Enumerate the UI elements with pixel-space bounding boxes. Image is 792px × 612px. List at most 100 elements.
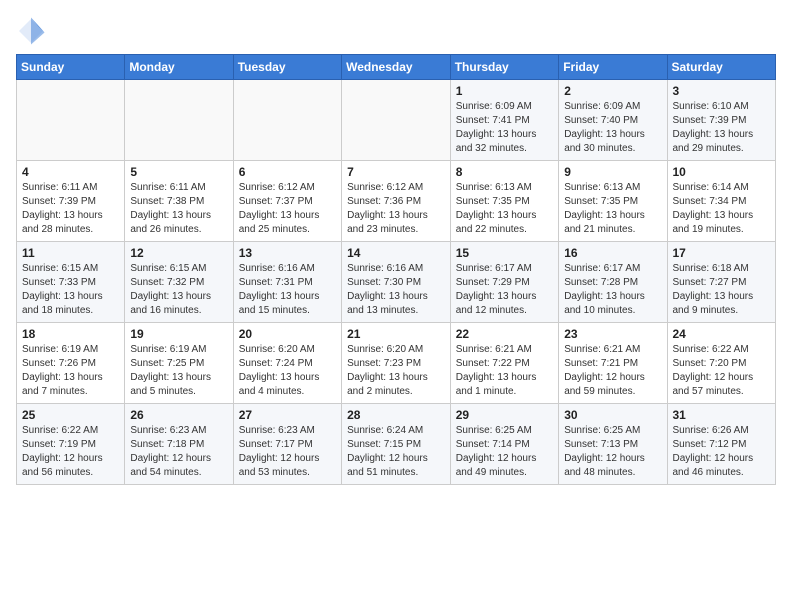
calendar-cell: 20Sunrise: 6:20 AMSunset: 7:24 PMDayligh… (233, 323, 341, 404)
calendar-cell: 15 Sunrise: 6:17 AMSunset: 7:29 PMDayligh… (450, 242, 558, 323)
calendar-cell: 28 Sunrise: 6:24 AMSunset: 7:15 PMDayligh… (342, 404, 451, 485)
day-info: Sunrise: 6:19 AMSunset: 7:26 PMDaylight:… (22, 343, 119, 399)
day-info: Sunrise: 6:24 AMSunset: 7:15 PMDaylight:… (347, 424, 445, 480)
calendar-header-wednesday: Wednesday (342, 55, 451, 80)
day-number: 12 (130, 246, 227, 260)
day-number: 5 (130, 165, 227, 179)
calendar-cell: 1 Sunrise: 6:09 AMSunset: 7:41 PMDaylight… (450, 80, 558, 161)
day-number: 3 (673, 84, 771, 98)
day-number: 26 (130, 408, 227, 422)
logo (16, 16, 50, 46)
calendar-cell: 13 Sunrise: 6:16 AMSunset: 7:31 PMDayligh… (233, 242, 341, 323)
calendar-cell: 27Sunrise: 6:23 AMSunset: 7:17 PMDayligh… (233, 404, 341, 485)
day-number: 8 (456, 165, 553, 179)
day-number: 13 (239, 246, 336, 260)
day-number: 4 (22, 165, 119, 179)
calendar-cell: 17 Sunrise: 6:18 AMSunset: 7:27 PMDayligh… (667, 242, 776, 323)
calendar-week-row: 18 Sunrise: 6:19 AMSunset: 7:26 PMDayligh… (17, 323, 776, 404)
day-info: Sunrise: 6:13 AMSunset: 7:35 PMDaylight:… (564, 181, 661, 237)
day-info: Sunrise: 6:18 AMSunset: 7:27 PMDaylight:… (673, 262, 771, 318)
calendar-cell: 22 Sunrise: 6:21 AMSunset: 7:22 PMDayligh… (450, 323, 558, 404)
day-info: Sunrise: 6:09 AMSunset: 7:41 PMDaylight:… (456, 100, 553, 156)
calendar-cell: 6Sunrise: 6:12 AMSunset: 7:37 PMDaylight… (233, 161, 341, 242)
day-info: Sunrise: 6:23 AMSunset: 7:18 PMDaylight:… (130, 424, 227, 480)
calendar-cell: 23Sunrise: 6:21 AMSunset: 7:21 PMDayligh… (559, 323, 667, 404)
calendar-header-thursday: Thursday (450, 55, 558, 80)
calendar-header-sunday: Sunday (17, 55, 125, 80)
calendar-cell: 25 Sunrise: 6:22 AMSunset: 7:19 PMDayligh… (17, 404, 125, 485)
day-number: 25 (22, 408, 119, 422)
calendar-cell: 29Sunrise: 6:25 AMSunset: 7:14 PMDayligh… (450, 404, 558, 485)
page-header (16, 16, 776, 46)
calendar-header-monday: Monday (125, 55, 233, 80)
calendar-header-friday: Friday (559, 55, 667, 80)
day-number: 7 (347, 165, 445, 179)
day-number: 29 (456, 408, 553, 422)
day-number: 18 (22, 327, 119, 341)
calendar-cell: 19 Sunrise: 6:19 AMSunset: 7:25 PMDayligh… (125, 323, 233, 404)
day-info: Sunrise: 6:16 AMSunset: 7:30 PMDaylight:… (347, 262, 445, 318)
day-info: Sunrise: 6:21 AMSunset: 7:22 PMDaylight:… (456, 343, 553, 399)
day-number: 14 (347, 246, 445, 260)
calendar-cell: 2 Sunrise: 6:09 AMSunset: 7:40 PMDaylight… (559, 80, 667, 161)
day-number: 28 (347, 408, 445, 422)
day-number: 19 (130, 327, 227, 341)
day-info: Sunrise: 6:12 AMSunset: 7:37 PMDaylight:… (239, 181, 336, 237)
day-number: 10 (673, 165, 771, 179)
day-number: 21 (347, 327, 445, 341)
day-info: Sunrise: 6:20 AMSunset: 7:23 PMDaylight:… (347, 343, 445, 399)
calendar-cell: 5 Sunrise: 6:11 AMSunset: 7:38 PMDaylight… (125, 161, 233, 242)
day-info: Sunrise: 6:26 AMSunset: 7:12 PMDaylight:… (673, 424, 771, 480)
calendar-week-row: 25 Sunrise: 6:22 AMSunset: 7:19 PMDayligh… (17, 404, 776, 485)
day-number: 1 (456, 84, 553, 98)
calendar-cell: 18 Sunrise: 6:19 AMSunset: 7:26 PMDayligh… (17, 323, 125, 404)
day-info: Sunrise: 6:22 AMSunset: 7:19 PMDaylight:… (22, 424, 119, 480)
day-number: 24 (673, 327, 771, 341)
calendar-cell: 10 Sunrise: 6:14 AMSunset: 7:34 PMDayligh… (667, 161, 776, 242)
day-info: Sunrise: 6:14 AMSunset: 7:34 PMDaylight:… (673, 181, 771, 237)
day-info: Sunrise: 6:16 AMSunset: 7:31 PMDaylight:… (239, 262, 336, 318)
calendar-header-tuesday: Tuesday (233, 55, 341, 80)
calendar-cell (17, 80, 125, 161)
day-number: 20 (239, 327, 336, 341)
calendar-header-saturday: Saturday (667, 55, 776, 80)
day-number: 2 (564, 84, 661, 98)
logo-icon (16, 16, 46, 46)
calendar-cell: 14 Sunrise: 6:16 AMSunset: 7:30 PMDayligh… (342, 242, 451, 323)
day-info: Sunrise: 6:09 AMSunset: 7:40 PMDaylight:… (564, 100, 661, 156)
calendar-cell: 12 Sunrise: 6:15 AMSunset: 7:32 PMDayligh… (125, 242, 233, 323)
day-number: 15 (456, 246, 553, 260)
day-info: Sunrise: 6:10 AMSunset: 7:39 PMDaylight:… (673, 100, 771, 156)
calendar-cell: 26 Sunrise: 6:23 AMSunset: 7:18 PMDayligh… (125, 404, 233, 485)
day-number: 11 (22, 246, 119, 260)
day-info: Sunrise: 6:19 AMSunset: 7:25 PMDaylight:… (130, 343, 227, 399)
calendar-cell (233, 80, 341, 161)
calendar-cell: 30 Sunrise: 6:25 AMSunset: 7:13 PMDayligh… (559, 404, 667, 485)
calendar-week-row: 11Sunrise: 6:15 AMSunset: 7:33 PMDayligh… (17, 242, 776, 323)
day-info: Sunrise: 6:23 AMSunset: 7:17 PMDaylight:… (239, 424, 336, 480)
day-number: 30 (564, 408, 661, 422)
calendar-cell (342, 80, 451, 161)
calendar-week-row: 1 Sunrise: 6:09 AMSunset: 7:41 PMDaylight… (17, 80, 776, 161)
day-info: Sunrise: 6:13 AMSunset: 7:35 PMDaylight:… (456, 181, 553, 237)
day-number: 22 (456, 327, 553, 341)
calendar-cell: 11Sunrise: 6:15 AMSunset: 7:33 PMDayligh… (17, 242, 125, 323)
calendar-cell: 31 Sunrise: 6:26 AMSunset: 7:12 PMDayligh… (667, 404, 776, 485)
day-info: Sunrise: 6:22 AMSunset: 7:20 PMDaylight:… (673, 343, 771, 399)
calendar-cell: 8 Sunrise: 6:13 AMSunset: 7:35 PMDaylight… (450, 161, 558, 242)
day-info: Sunrise: 6:11 AMSunset: 7:38 PMDaylight:… (130, 181, 227, 237)
day-info: Sunrise: 6:11 AMSunset: 7:39 PMDaylight:… (22, 181, 119, 237)
calendar-cell (125, 80, 233, 161)
day-number: 31 (673, 408, 771, 422)
day-info: Sunrise: 6:12 AMSunset: 7:36 PMDaylight:… (347, 181, 445, 237)
day-info: Sunrise: 6:17 AMSunset: 7:28 PMDaylight:… (564, 262, 661, 318)
day-info: Sunrise: 6:25 AMSunset: 7:13 PMDaylight:… (564, 424, 661, 480)
day-number: 23 (564, 327, 661, 341)
day-info: Sunrise: 6:17 AMSunset: 7:29 PMDaylight:… (456, 262, 553, 318)
day-info: Sunrise: 6:15 AMSunset: 7:32 PMDaylight:… (130, 262, 227, 318)
day-number: 17 (673, 246, 771, 260)
calendar-cell: 21 Sunrise: 6:20 AMSunset: 7:23 PMDayligh… (342, 323, 451, 404)
calendar-cell: 9 Sunrise: 6:13 AMSunset: 7:35 PMDaylight… (559, 161, 667, 242)
calendar-table: SundayMondayTuesdayWednesdayThursdayFrid… (16, 54, 776, 485)
day-number: 9 (564, 165, 661, 179)
